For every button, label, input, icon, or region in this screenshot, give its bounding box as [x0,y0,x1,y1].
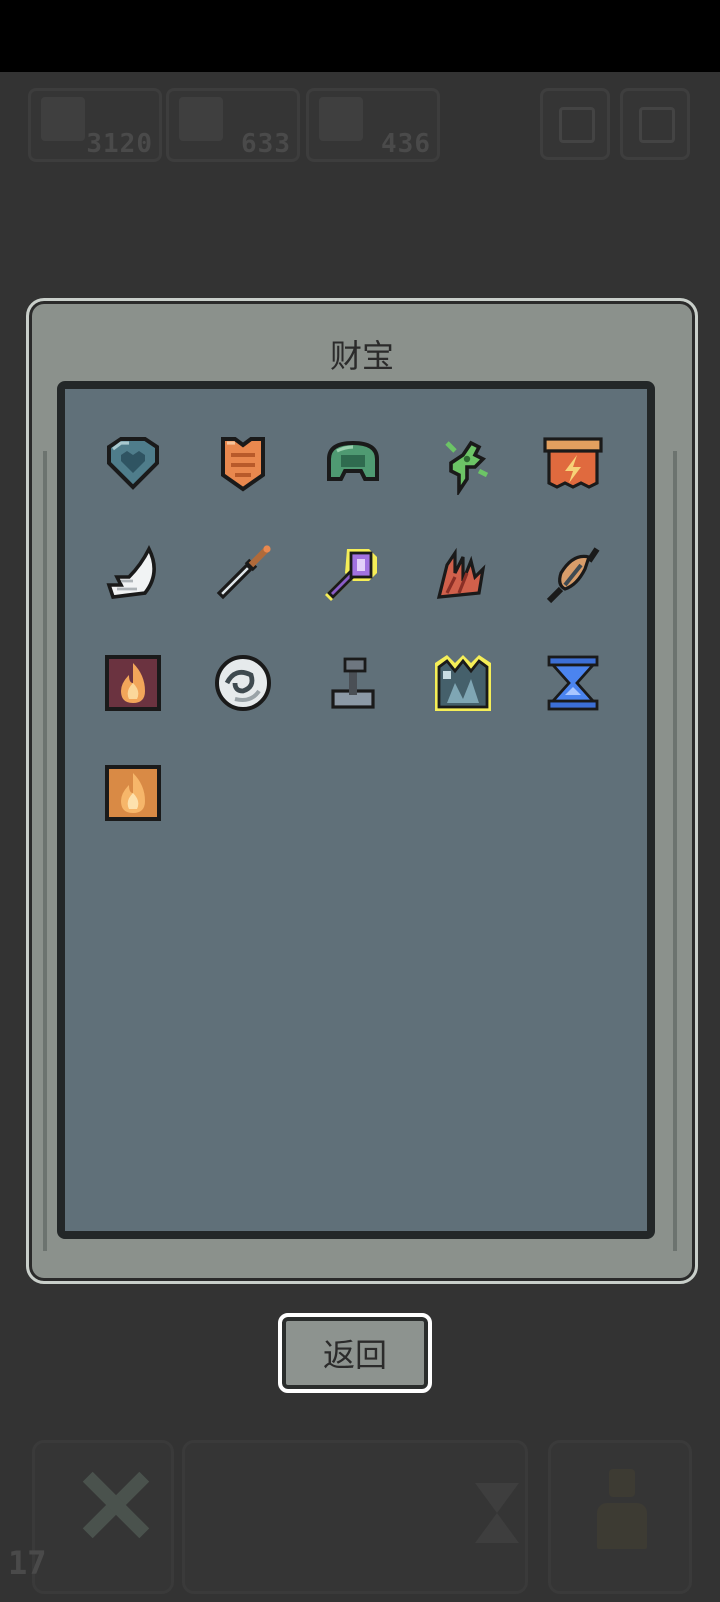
lightning-banner-icon[interactable] [541,431,605,495]
resource-chest-value: 633 [241,129,291,159]
blue-hourglass-icon[interactable] [541,651,605,715]
hourglass-icon [475,1483,519,1513]
wait-card [182,1440,528,1594]
green-helmet-icon[interactable] [321,431,385,495]
wand-icon [41,97,85,141]
resource-wand: 3120 [28,88,162,162]
green-branch-icon[interactable] [431,431,495,495]
orange-shield-icon[interactable] [211,431,275,495]
resource-chest: 633 [166,88,300,162]
hud-button-2 [620,88,690,160]
resource-gems-value: 436 [381,129,431,159]
dialog-rail-right [673,451,677,1251]
resource-wand-value: 3120 [86,129,153,159]
chest-icon [179,97,223,141]
white-wing-icon[interactable] [101,541,165,605]
steel-dagger-icon[interactable] [211,541,275,605]
status-bar [0,0,720,72]
flame-scroll-dark-icon[interactable] [101,651,165,715]
treasure-grid-panel [57,381,655,1239]
dialog-title: 财宝 [329,337,394,375]
gem-pile-icon [319,97,363,141]
crossed-swords-icon [85,1473,145,1533]
swirl-orb-icon[interactable] [211,651,275,715]
hourglass-icon-base [475,1513,519,1543]
back-button-label: 返回 [322,1336,387,1374]
player-level: 17 [8,1544,47,1582]
purple-scepter-icon[interactable] [321,541,385,605]
red-antler-icon[interactable] [431,541,495,605]
crystal-crown-icon[interactable] [431,651,495,715]
joystick-icon[interactable] [321,651,385,715]
treasure-dialog: 财宝 [26,298,698,1284]
battle-card [32,1440,174,1594]
feather-spear-icon[interactable] [541,541,605,605]
settings-icon [639,107,675,143]
person-icon [591,1469,651,1559]
character-card [548,1440,692,1594]
resource-gems: 436 [306,88,440,162]
menu-icon [559,107,595,143]
flame-scroll-orange-icon[interactable] [101,761,165,825]
blue-heart-gem-icon[interactable] [101,431,165,495]
dialog-rail-left [43,451,47,1251]
back-button[interactable]: 返回 [278,1313,432,1393]
hud-button-1 [540,88,610,160]
